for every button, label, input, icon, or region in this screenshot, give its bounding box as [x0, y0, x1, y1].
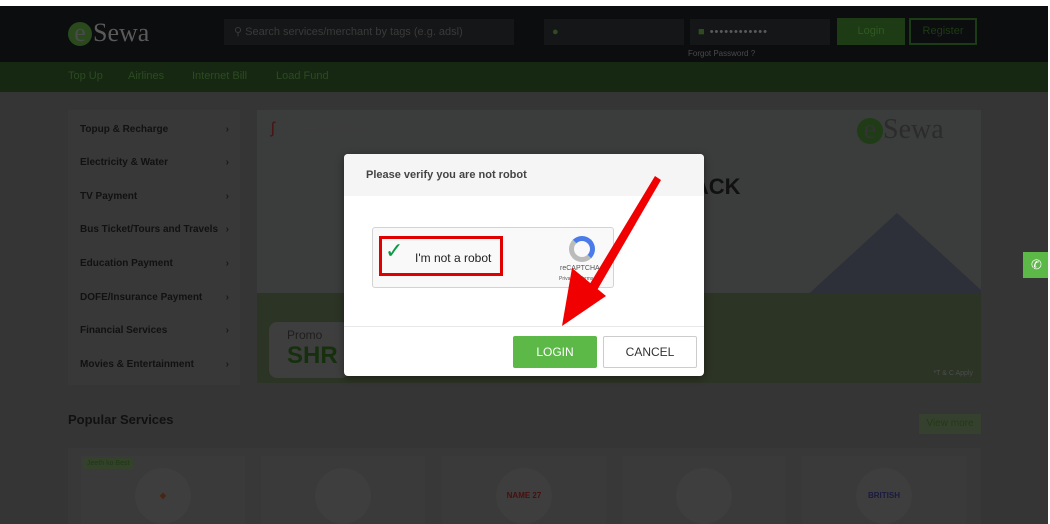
service-card[interactable]: NAME 27 [442, 456, 606, 524]
recaptcha-logo-icon [569, 236, 595, 262]
service-logo [315, 468, 371, 524]
sidebar-item-movies[interactable]: Movies & Entertainment › [80, 359, 235, 370]
chevron-right-icon: › [225, 124, 229, 135]
chevron-right-icon: › [225, 325, 229, 336]
dialog-login-button[interactable]: LOGIN [513, 336, 597, 368]
recaptcha-brand: reCAPTCHA [560, 265, 600, 272]
sidebar-item-financial[interactable]: Financial Services › [80, 325, 235, 336]
best-badge: Jeeth ko Best [83, 458, 134, 469]
chevron-right-icon: › [225, 359, 229, 370]
chevron-right-icon: › [225, 224, 229, 235]
popular-services-list: Jeeth ko Best◆ NAME 27 BRITISH COUNCIL [68, 448, 981, 524]
search-input[interactable]: ⚲ Search services/merchant by tags (e.g.… [224, 19, 514, 45]
sidebar-item-topup[interactable]: Topup & Recharge › [80, 124, 235, 135]
header-login-button[interactable]: Login [837, 18, 905, 45]
user-icon: ● [552, 26, 559, 38]
recaptcha-widget[interactable]: ✓ I'm not a robot reCAPTCHA Privacy - Te… [372, 227, 614, 288]
password-field[interactable]: ■ •••••••••••• [690, 19, 830, 45]
service-logo: BRITISH COUNCIL [856, 468, 912, 524]
chevron-right-icon: › [225, 191, 229, 202]
captcha-label: I'm not a robot [415, 251, 492, 265]
chevron-right-icon: › [225, 157, 229, 168]
chevron-right-icon: › [225, 258, 229, 269]
sidebar-item-education[interactable]: Education Payment › [80, 258, 235, 269]
recaptcha-links[interactable]: Privacy - Terms [559, 276, 593, 282]
register-button[interactable]: Register [909, 18, 977, 45]
username-field[interactable]: ● [544, 19, 684, 45]
captcha-dialog: Please verify you are not robot ✓ I'm no… [344, 154, 704, 376]
dialog-cancel-button[interactable]: CANCEL [603, 336, 697, 368]
forgot-password-link[interactable]: Forgot Password ? [688, 49, 755, 58]
terms-note: *T & C Apply [933, 370, 973, 377]
checkmark-icon[interactable]: ✓ [385, 238, 403, 264]
sidebar-item-bus[interactable]: Bus Ticket/Tours and Travels › [80, 224, 235, 235]
view-more-button[interactable]: View more [919, 414, 981, 434]
service-logo [676, 468, 732, 524]
promo-box: Promo SHR [269, 322, 349, 378]
nav-internet-bill[interactable]: Internet Bill [192, 70, 247, 82]
service-card[interactable] [622, 456, 786, 524]
sidebar-item-electricity[interactable]: Electricity & Water › [80, 157, 235, 168]
service-card[interactable]: BRITISH COUNCIL [802, 456, 966, 524]
search-icon: ⚲ [234, 26, 246, 38]
dialog-title: Please verify you are not robot [344, 154, 704, 196]
phone-contact-button[interactable]: ✆ [1023, 252, 1048, 278]
nav-load-fund[interactable]: Load Fund [276, 70, 329, 82]
phone-icon: ✆ [1031, 257, 1042, 272]
service-logo: ◆ [135, 468, 191, 524]
dialog-footer-divider [344, 326, 704, 327]
esewa-logo[interactable]: e Sewa [68, 18, 149, 48]
service-card[interactable] [261, 456, 425, 524]
chevron-right-icon: › [225, 292, 229, 303]
banner-esewa-logo: e Sewa [857, 114, 944, 146]
nav-airlines[interactable]: Airlines [128, 70, 164, 82]
top-nav: Top Up Airlines Internet Bill Load Fund [0, 62, 1048, 92]
shree-airlines-logo: ʃ shreeairlines [271, 120, 370, 137]
nav-top-up[interactable]: Top Up [68, 70, 103, 82]
service-sidebar: Topup & Recharge › Electricity & Water › T… [68, 110, 240, 385]
service-logo: NAME 27 [496, 468, 552, 524]
top-header: e Sewa ⚲ Search services/merchant by tags… [0, 6, 1048, 62]
lock-icon: ■ [698, 26, 710, 38]
sidebar-item-dofe[interactable]: DOFE/Insurance Payment › [80, 292, 235, 303]
popular-services-title: Popular Services [68, 412, 174, 427]
sidebar-item-tv[interactable]: TV Payment › [80, 191, 235, 202]
service-card[interactable]: Jeeth ko Best ◆ [81, 456, 245, 524]
